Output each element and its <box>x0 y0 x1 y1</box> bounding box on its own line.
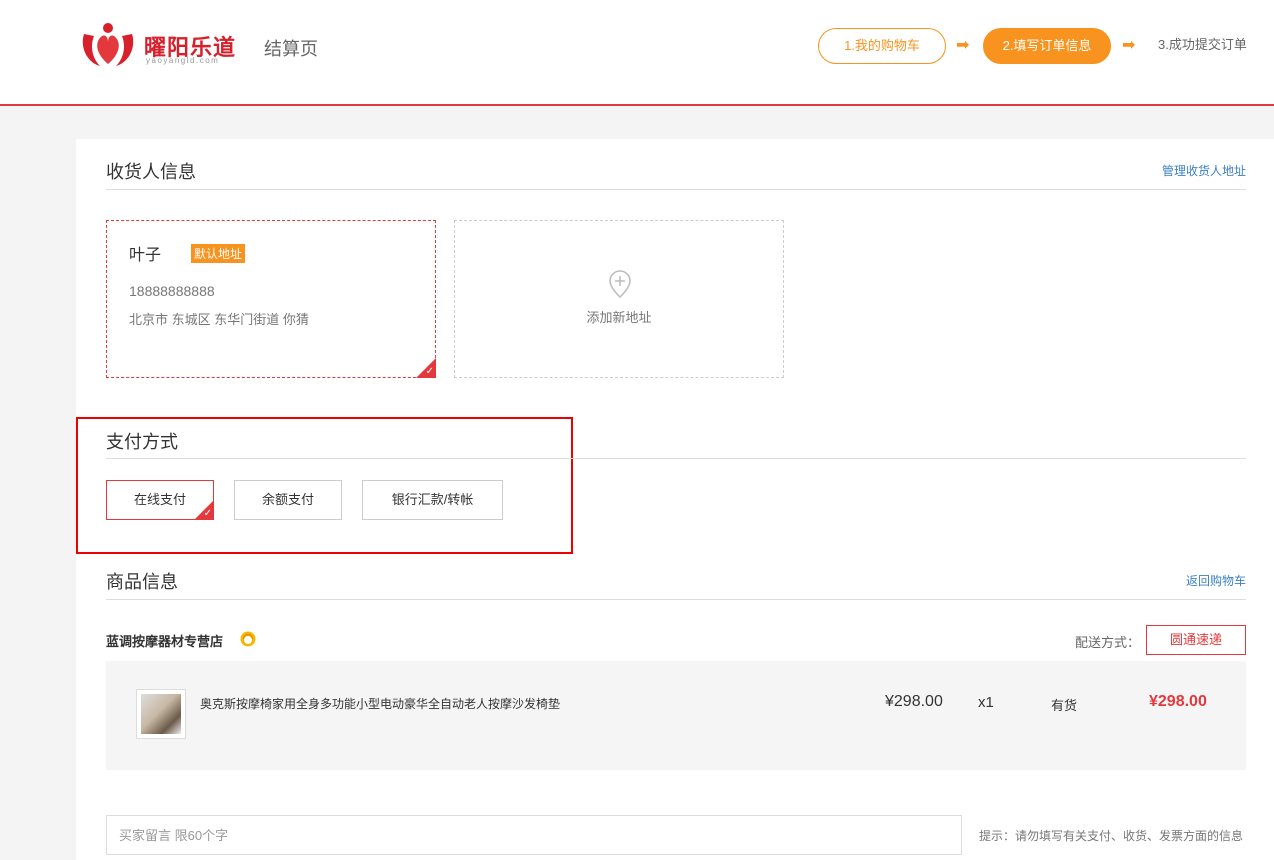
consignee-address: 北京市 东城区 东华门街道 你猜 <box>129 312 309 327</box>
address-card-selected[interactable]: 叶子 默认地址 18888888888 北京市 东城区 东华门街道 你猜 ✓ <box>106 220 436 378</box>
pay-balance-button[interactable]: 余额支付 <box>234 480 342 520</box>
section-divider <box>106 599 1246 600</box>
buyer-remark-input[interactable] <box>106 815 962 855</box>
pay-online-button[interactable]: 在线支付 ✓ <box>106 480 214 520</box>
shipping-method-label: 配送方式： <box>1075 635 1141 650</box>
remark-tip: 提示：请勿填写有关支付、收货、发票方面的信息 <box>979 829 1244 843</box>
goods-image <box>141 694 181 734</box>
logo-mark-icon <box>82 23 134 66</box>
goods-item-row: 奥克斯按摩椅家用全身多功能小型电动豪华全自动老人按摩沙发椅垫 ¥298.00 x… <box>106 661 1246 770</box>
manage-address-link[interactable]: 管理收货人地址 <box>1162 162 1246 179</box>
goods-name[interactable]: 奥克斯按摩椅家用全身多功能小型电动豪华全自动老人按摩沙发椅垫 <box>200 695 560 712</box>
check-icon: ✓ <box>203 508 212 519</box>
arrow-right-icon: ➡ <box>1122 37 1136 54</box>
checkout-panel: 收货人信息 管理收货人地址 叶子 默认地址 18888888888 北京市 东城… <box>76 139 1274 860</box>
consignee-section-title: 收货人信息 <box>106 162 196 182</box>
step-submit-success: 3.成功提交订单 <box>1158 37 1247 52</box>
page-header: 曜阳乐道 yaoyangld.com 结算页 1.我的购物车 ➡ 2.填写订单信… <box>0 0 1274 106</box>
step-fill-order: 2.填写订单信息 <box>983 28 1111 64</box>
customer-service-icon[interactable] <box>240 631 256 647</box>
shop-name[interactable]: 蓝调按摩器材专营店 <box>106 631 223 650</box>
goods-section-title: 商品信息 <box>106 572 178 592</box>
site-logo[interactable]: 曜阳乐道 yaoyangld.com <box>78 20 238 70</box>
goods-unit-price: ¥298.00 <box>885 693 943 710</box>
default-address-badge: 默认地址 <box>191 244 246 263</box>
checkout-steps: 1.我的购物车 ➡ 2.填写订单信息 ➡ 3.成功提交订单 <box>818 28 1274 64</box>
goods-quantity: x1 <box>978 694 994 711</box>
consignee-phone: 18888888888 <box>129 283 215 299</box>
back-to-cart-link[interactable]: 返回购物车 <box>1186 572 1246 589</box>
goods-stock-status: 有货 <box>1051 698 1078 713</box>
shipping-method-button[interactable]: 圆通速递 <box>1146 625 1246 655</box>
payment-section-title: 支付方式 <box>106 432 178 452</box>
check-icon: ✓ <box>425 366 434 377</box>
pay-bank-transfer-button[interactable]: 银行汇款/转帐 <box>362 480 503 520</box>
page-title: 结算页 <box>264 39 318 59</box>
consignee-name: 叶子 <box>129 247 162 264</box>
pay-online-label: 在线支付 <box>133 492 186 507</box>
section-divider <box>106 458 1246 459</box>
logo-domain: yaoyangld.com <box>146 56 220 65</box>
arrow-right-icon: ➡ <box>956 37 970 54</box>
section-divider <box>106 189 1246 190</box>
add-address-card[interactable]: 添加新地址 <box>454 220 784 378</box>
add-location-icon <box>609 270 631 298</box>
add-address-label: 添加新地址 <box>586 310 652 325</box>
goods-thumbnail[interactable] <box>136 689 186 739</box>
goods-subtotal: ¥298.00 <box>1149 693 1207 710</box>
step-cart[interactable]: 1.我的购物车 <box>818 28 946 64</box>
